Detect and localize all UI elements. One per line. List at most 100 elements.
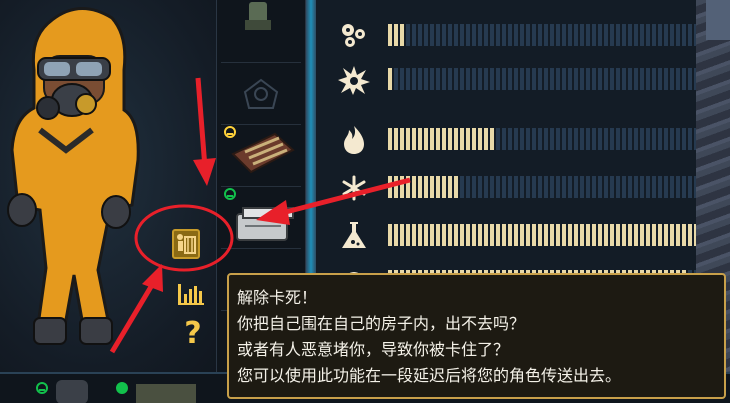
bar-segment — [556, 24, 560, 46]
explosion-resist-icon — [338, 66, 370, 95]
bar-segment — [574, 176, 578, 198]
bar-segment — [418, 224, 422, 246]
bar-segment — [514, 176, 518, 198]
bar-segment — [682, 224, 686, 246]
bar-segment — [538, 68, 542, 90]
bar-segment — [616, 176, 620, 198]
bar-segment — [412, 24, 416, 46]
hotbar-slot-indicator — [36, 382, 48, 394]
stat-row-cold — [316, 168, 728, 208]
bar-segment — [586, 176, 590, 198]
bar-segment — [652, 68, 656, 90]
bar-segment — [664, 24, 668, 46]
gadget-item-icon — [245, 2, 271, 30]
bar-segment — [514, 224, 518, 246]
bar-segment — [394, 24, 398, 46]
bar-segment — [406, 68, 410, 90]
bar-segment — [544, 128, 548, 150]
bar-segment — [598, 224, 602, 246]
equipment-slot[interactable] — [221, 62, 301, 125]
bar-segment — [550, 68, 554, 90]
bar-segment — [496, 176, 500, 198]
bar-segment — [622, 128, 626, 150]
hotbar-item[interactable] — [56, 380, 88, 403]
bar-segment — [580, 24, 584, 46]
bar-segment — [412, 68, 416, 90]
bar-segment — [676, 176, 680, 198]
bar-segment — [604, 24, 608, 46]
equipment-slot[interactable] — [221, 0, 301, 63]
bar-segment — [490, 24, 494, 46]
resist-level-bar — [388, 176, 730, 198]
bar-segment — [388, 224, 392, 246]
radiation-resist-icon — [342, 222, 366, 248]
bar-segment — [400, 24, 404, 46]
bar-segment — [442, 68, 446, 90]
bar-segment — [556, 224, 560, 246]
bar-segment — [580, 128, 584, 150]
bar-segment — [538, 176, 542, 198]
bar-segment — [430, 176, 434, 198]
bar-segment — [526, 176, 530, 198]
resist-level-bar — [388, 128, 730, 150]
equipment-slot[interactable] — [221, 186, 301, 249]
inventory-screen: ? 解除卡死！ 你把自己围在自己的房子内，出不去吗？ 或者有人恶意堵你，导致你被… — [0, 0, 730, 403]
hotbar-slot-indicator — [116, 382, 128, 394]
bar-segment — [610, 68, 614, 90]
bar-segment — [412, 224, 416, 246]
bar-segment — [652, 224, 656, 246]
bar-segment — [478, 224, 482, 246]
bar-segment — [526, 24, 530, 46]
hotbar-item[interactable] — [136, 384, 196, 403]
bar-segment — [424, 224, 428, 246]
statistics-button[interactable] — [176, 280, 206, 306]
bar-segment — [544, 224, 548, 246]
bar-segment — [520, 224, 524, 246]
bar-segment — [460, 128, 464, 150]
bar-segment — [682, 24, 686, 46]
bar-segment — [538, 128, 542, 150]
bar-segment — [550, 128, 554, 150]
bar-segment — [508, 224, 512, 246]
bar-segment — [442, 24, 446, 46]
bar-segment — [400, 176, 404, 198]
bar-segment — [406, 128, 410, 150]
bar-segment — [454, 176, 458, 198]
bar-segment — [616, 128, 620, 150]
bar-segment — [652, 176, 656, 198]
help-button[interactable]: ? — [178, 316, 208, 352]
bar-segment — [658, 24, 662, 46]
bar-segment — [538, 24, 542, 46]
bar-segment — [646, 224, 650, 246]
bar-segment — [628, 68, 632, 90]
bar-segment — [418, 176, 422, 198]
bar-segment — [658, 68, 662, 90]
bar-segment — [670, 128, 674, 150]
bar-segment — [670, 176, 674, 198]
bar-segment — [520, 128, 524, 150]
unstuck-button[interactable] — [172, 229, 200, 259]
bar-segment — [454, 128, 458, 150]
bar-segment — [484, 24, 488, 46]
bar-segment — [586, 24, 590, 46]
stat-row-explosion — [316, 60, 728, 100]
bar-segment — [406, 176, 410, 198]
bar-segment — [532, 224, 536, 246]
bar-segment — [526, 224, 530, 246]
resist-level-bar — [388, 224, 730, 246]
bar-segment — [646, 68, 650, 90]
bar-segment — [454, 224, 458, 246]
bullet-resist-icon — [342, 24, 365, 47]
bar-segment — [586, 128, 590, 150]
bar-segment — [562, 224, 566, 246]
bar-segment — [472, 68, 476, 90]
tooltip-line: 你把自己围在自己的房子内，出不去吗？ — [237, 314, 526, 333]
equipment-slot[interactable] — [221, 124, 301, 187]
bar-segment — [436, 224, 440, 246]
bar-segment — [490, 224, 494, 246]
bar-segment — [430, 24, 434, 46]
bar-segment — [562, 68, 566, 90]
bar-segment — [430, 224, 434, 246]
bar-segment — [478, 176, 482, 198]
bar-segment — [472, 128, 476, 150]
